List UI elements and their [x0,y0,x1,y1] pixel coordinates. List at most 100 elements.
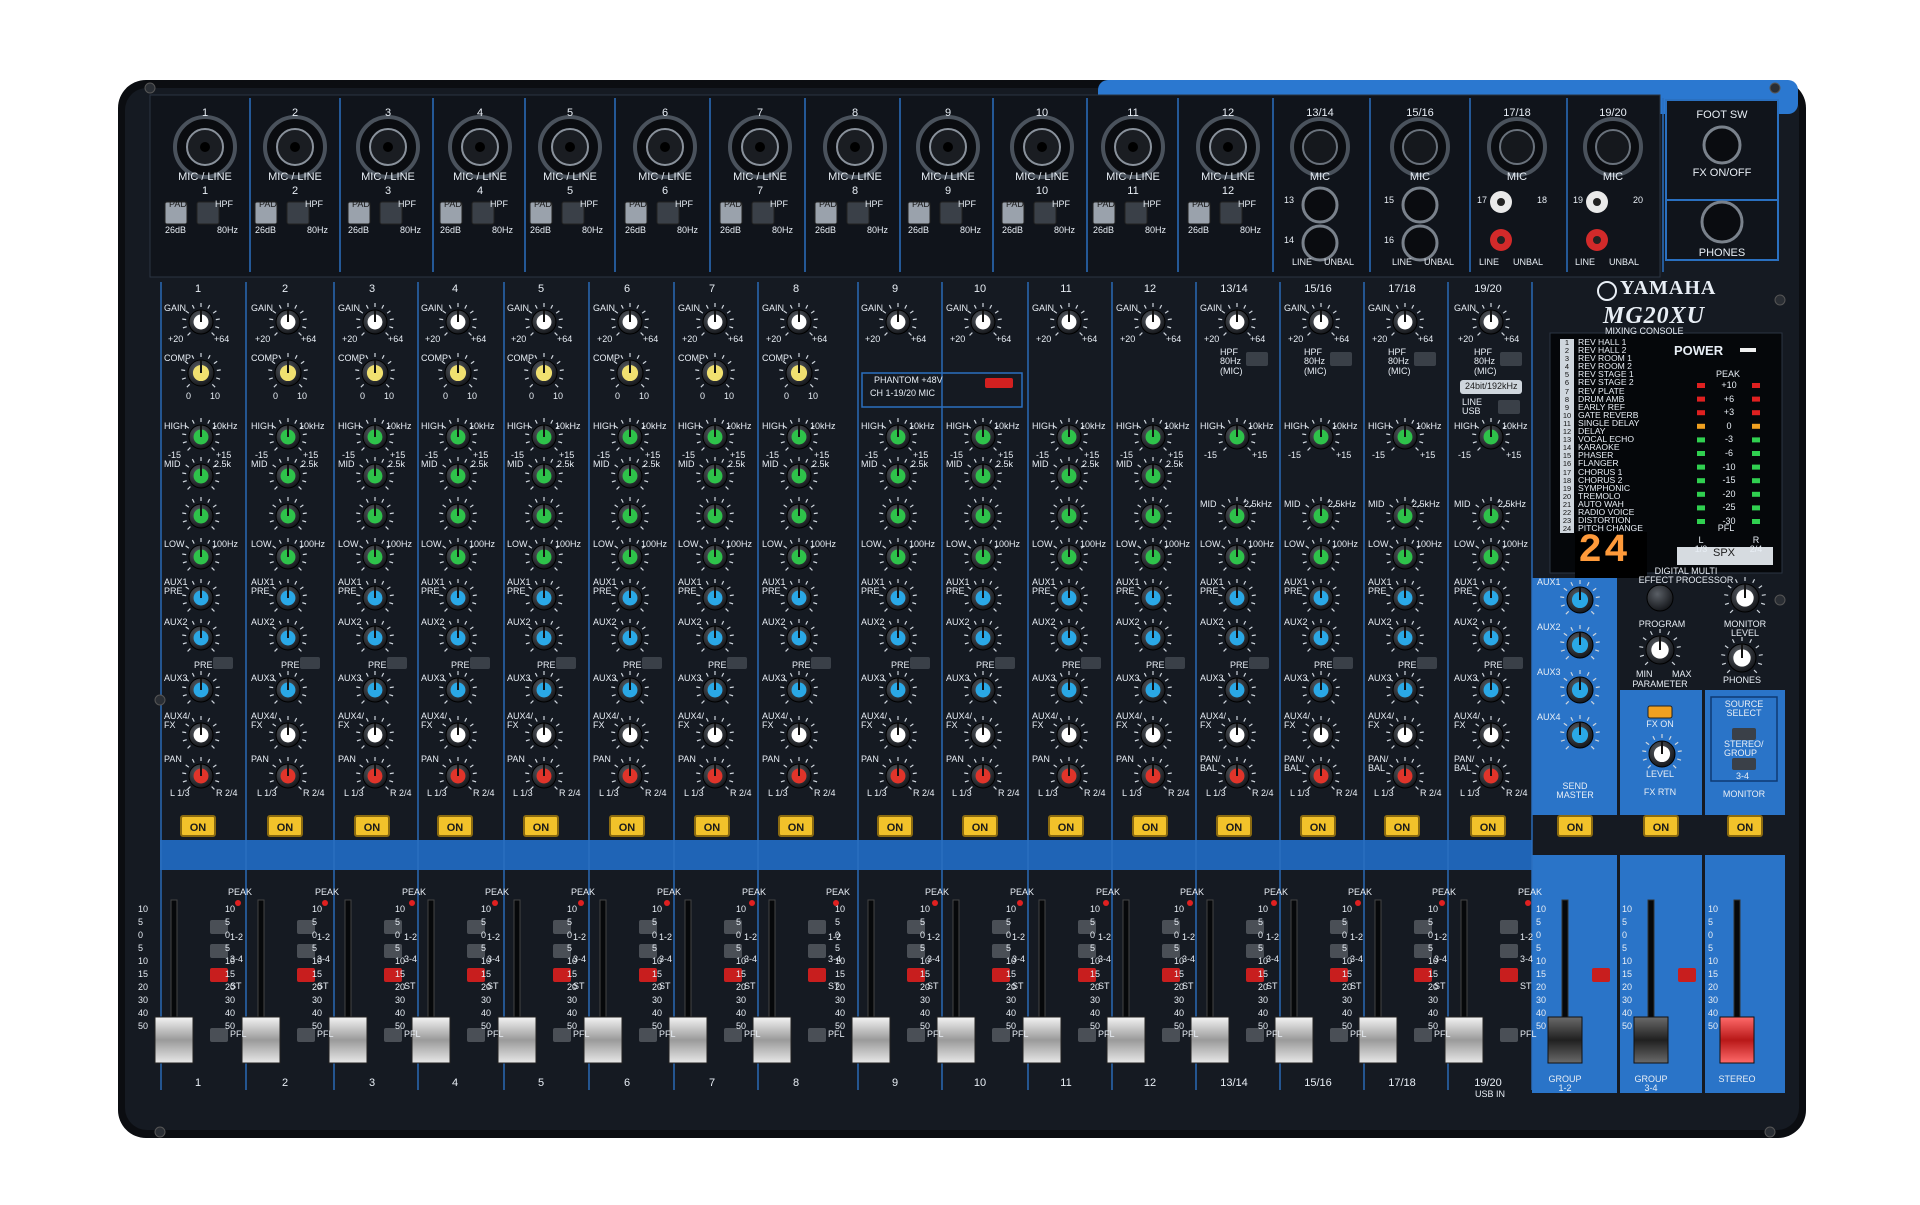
channel-fader-1 [154,1016,194,1064]
fader-scale: 0 [652,930,658,940]
master-on-button-1[interactable]: ON [1557,815,1593,837]
comp-label: COMP [164,353,191,363]
low-freq: 100Hz [1080,539,1107,549]
knob-tick [525,772,530,775]
gain-scale: +20 [342,334,358,344]
master-on-button-2[interactable]: ON [1643,815,1679,837]
pre-switch [727,657,747,669]
fader-scale: 15 [1174,969,1185,979]
line-label: LINE [1575,257,1596,267]
meter-led-l [1697,410,1705,416]
peak-led [1439,900,1445,906]
mid-freq: 2.5k [557,459,575,469]
on-button-ch-16[interactable]: ON [1470,815,1506,837]
fx-on-label: FX ON [1646,719,1674,729]
fader-scale: 0 [1622,930,1628,940]
knob-tick [964,772,969,775]
pfl-label: PFL [1266,1029,1283,1039]
on-button-ch-6[interactable]: ON [609,815,645,837]
jack-line-number-3: 3 [384,185,392,197]
on-button-ch-5[interactable]: ON [523,815,559,837]
aux2-label: AUX2 [1284,617,1308,627]
gain-scale: +64 [1250,334,1266,344]
pre-label: PRE [1146,660,1165,670]
fader-scale: 0 [835,930,841,940]
fader-scale: 30 [652,995,663,1005]
knob-tick [729,772,734,775]
knob-tick [1134,553,1139,556]
on-button-ch-10[interactable]: ON [962,815,998,837]
low-label: LOW [593,539,614,549]
gain-scale: +64 [911,334,927,344]
knob-tick [390,369,395,372]
on-button-ch-13[interactable]: ON [1216,815,1252,837]
channel-fader-15 [1358,1016,1398,1064]
meter-scale: -6 [1724,448,1734,458]
on-button-ch-3[interactable]: ON [354,815,390,837]
on-button-ch-9[interactable]: ON [877,815,913,837]
pad-value: 26dB [165,225,187,235]
pre-label: PRE [1314,660,1333,670]
comp-scale: 10 [297,391,308,401]
fader-scale: 30 [225,995,236,1005]
knob-tick [181,369,186,372]
on-button-ch-1[interactable]: ON [180,815,216,837]
pan-scale: R 2/4 [1168,788,1190,798]
high-freq: 10kHz [469,421,495,431]
high-freq: 10kHz [1332,421,1358,431]
pad-label: PAD [1006,199,1024,209]
fader-scale: 10 [1174,956,1185,966]
knob-tick [997,553,1002,556]
gain-scale: +64 [1418,334,1434,344]
phones-jack-icon [1700,200,1744,244]
on-button-ch-8[interactable]: ON [778,815,814,837]
assign-34-switch [808,944,826,958]
knob-tick [1050,433,1055,436]
on-button-ch-11[interactable]: ON [1048,815,1084,837]
knob-tick [389,433,394,436]
on-button-ch-15[interactable]: ON [1384,815,1420,837]
gain-scale: +64 [301,334,317,344]
mic-label: MIC [1602,171,1624,183]
fader-channel-number-8: 8 [792,1077,800,1089]
gain-scale: +64 [812,334,828,344]
hpf-switch [1246,352,1268,366]
xlr-jack-2-inner [1499,129,1535,165]
knob-tick [644,512,649,515]
knob-tick [1560,686,1565,689]
knob-tick [439,634,444,637]
peak-led [1525,900,1531,906]
assign-12-label: 1-2 [573,932,587,942]
knob-tick [912,553,917,556]
aux3-label: AUX3 [593,673,617,683]
mid-freq: 2.5k [471,459,489,469]
knob-tick [1335,594,1340,597]
on-button-ch-14[interactable]: ON [1300,815,1336,837]
panel-screw-icon [154,1126,166,1138]
knob-tick [302,433,307,436]
knob-tick [1218,686,1223,689]
knob-tick [1083,472,1088,475]
fader-scale: 40 [1174,1008,1185,1018]
monitor-label: MONITOR [1722,789,1766,799]
on-button-ch-4[interactable]: ON [437,815,473,837]
on-button-ch-7[interactable]: ON [694,815,730,837]
knob-tick [729,686,734,689]
peak-led [1187,900,1193,906]
low-label: LOW [946,539,967,549]
pan-label: PAN [338,754,356,764]
master-on-button-3[interactable]: ON [1727,815,1763,837]
assign-12-label: 1-2 [1012,932,1026,942]
on-button-ch-12[interactable]: ON [1132,815,1168,837]
knob-tick [269,686,274,689]
on-button-ch-2[interactable]: ON [267,815,303,837]
knob-tick [780,634,785,637]
mid-label: MID [1200,499,1217,509]
aux1-label: AUX1 PRE [164,577,188,597]
assign-12-label: 1-2 [230,932,244,942]
assign-34-label: 3-4 [404,954,418,964]
fader-scale: 15 [920,969,931,979]
peak-led [235,900,241,906]
knob-tick [215,512,220,515]
channel-fader-3 [328,1016,368,1064]
